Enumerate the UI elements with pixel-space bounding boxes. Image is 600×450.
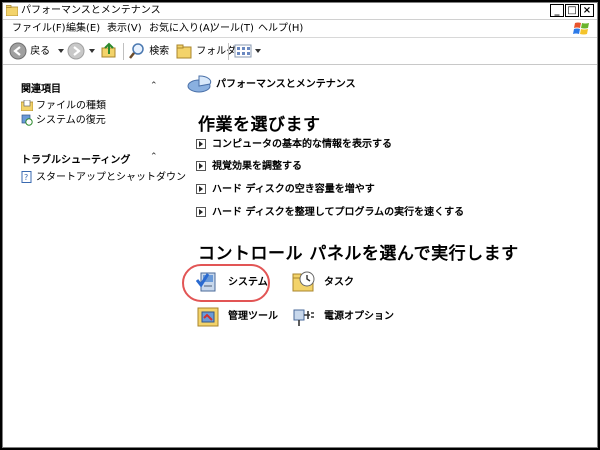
arrow-icon (196, 161, 206, 171)
windows-logo-icon (573, 22, 589, 35)
icon-label: タスク (324, 277, 354, 288)
menu-view[interactable]: 表示(V) (107, 22, 142, 35)
search-label: 検索 (149, 46, 170, 57)
collapse-chevron-icon[interactable]: ⌃ (150, 152, 158, 162)
up-folder-button[interactable] (100, 42, 118, 60)
troubleshoot-header: トラブルシューティング (21, 155, 131, 166)
pick-task-heading: 作業を選びます (198, 115, 321, 135)
system-icon (195, 272, 216, 292)
up-folder-icon (101, 42, 116, 58)
sidebar-item-label: ファイルの種類 (36, 100, 106, 112)
performance-category-icon (187, 75, 212, 93)
toolbar: 戻る 検索 フォルダ (3, 38, 597, 65)
folder-icon (6, 5, 18, 16)
back-label: 戻る (30, 46, 51, 57)
admin-tools-icon-link[interactable]: 管理ツール (196, 304, 278, 328)
toolbar-separator (228, 43, 229, 60)
task-link[interactable]: ハード ディスクを整理してプログラムの実行を速くする (196, 207, 464, 219)
folders-icon (176, 44, 192, 59)
folders-label: フォルダ (196, 46, 237, 57)
search-icon (129, 43, 144, 59)
views-dropdown-icon[interactable] (255, 49, 261, 53)
system-icon-link[interactable]: システム (195, 270, 268, 294)
task-label: コンピュータの基本的な情報を表示する (212, 139, 392, 150)
folders-button[interactable]: フォルダ (175, 42, 236, 60)
sidebar-item-file-types[interactable]: ファイルの種類 (20, 99, 106, 113)
sidebar-item-label: スタートアップとシャットダウン (36, 172, 186, 183)
arrow-icon (196, 184, 206, 194)
menu-edit[interactable]: 編集(E) (66, 22, 100, 35)
views-button[interactable] (234, 42, 254, 60)
menu-file[interactable]: ファイル(F) (12, 22, 66, 35)
task-link[interactable]: コンピュータの基本的な情報を表示する (196, 139, 392, 151)
menu-help[interactable]: ヘルプ(H) (258, 22, 303, 35)
category-title: パフォーマンスとメンテナンス (216, 79, 356, 90)
collapse-chevron-icon[interactable]: ⌃ (150, 81, 158, 91)
sidebar-item-label: システムの復元 (36, 115, 106, 126)
title-bar[interactable]: パフォーマンスとメンテナンス _ □ × (3, 3, 597, 20)
back-arrow-icon (9, 42, 27, 60)
task-label: ハード ディスクの空き容量を増やす (212, 184, 375, 195)
sidebar-item-system-restore[interactable]: システムの復元 (21, 114, 106, 127)
related-header: 関連項目 (21, 84, 61, 95)
admin-tools-icon (197, 307, 219, 327)
svg-text:?: ? (24, 173, 28, 182)
minimize-button[interactable]: _ (550, 4, 564, 17)
forward-arrow-icon (67, 42, 85, 60)
tasks-icon-link[interactable]: タスク (292, 270, 354, 294)
forward-dropdown-icon[interactable] (89, 49, 95, 53)
task-link[interactable]: ハード ディスクの空き容量を増やす (196, 184, 375, 196)
icon-label: 管理ツール (228, 311, 278, 322)
menu-favorites[interactable]: お気に入り(A) (149, 22, 214, 35)
back-dropdown-icon[interactable] (58, 49, 64, 53)
back-button[interactable]: 戻る (9, 42, 50, 60)
task-label: ハード ディスクを整理してプログラムの実行を速くする (212, 207, 465, 218)
sidebar-item-startup-shutdown[interactable]: ? スタートアップとシャットダウン (21, 171, 186, 184)
forward-button[interactable] (67, 42, 85, 60)
power-options-icon-link[interactable]: 電源オプション (292, 304, 394, 328)
task-label: 視覚効果を調整する (212, 161, 302, 172)
pick-icon-heading: コントロール パネルを選んで実行します (198, 244, 519, 264)
explorer-window: パフォーマンスとメンテナンス _ □ × ファイル(F) 編集(E) 表示(V)… (2, 2, 598, 448)
arrow-icon (196, 207, 206, 217)
menu-tools[interactable]: ツール(T) (210, 22, 254, 35)
scheduled-tasks-icon (292, 271, 315, 292)
help-page-icon: ? (21, 171, 32, 183)
power-options-icon (293, 309, 314, 326)
icon-label: 電源オプション (324, 311, 394, 322)
close-button[interactable]: × (580, 4, 594, 17)
task-link[interactable]: 視覚効果を調整する (196, 161, 302, 173)
menu-bar: ファイル(F) 編集(E) 表示(V) お気に入り(A) ツール(T) ヘルプ(… (3, 20, 597, 38)
window-title: パフォーマンスとメンテナンス (21, 5, 161, 16)
icon-label: システム (228, 277, 268, 288)
arrow-icon (196, 139, 206, 149)
search-button[interactable]: 検索 (128, 42, 169, 60)
toolbar-separator (123, 43, 124, 60)
system-restore-icon (21, 114, 33, 126)
maximize-button[interactable]: □ (565, 4, 579, 17)
views-grid-icon (234, 44, 252, 58)
file-types-icon (20, 99, 34, 112)
content-area: 関連項目 ⌃ ファイルの種類 システムの復元 トラブルシューティング ⌃ ? ス… (3, 65, 597, 447)
